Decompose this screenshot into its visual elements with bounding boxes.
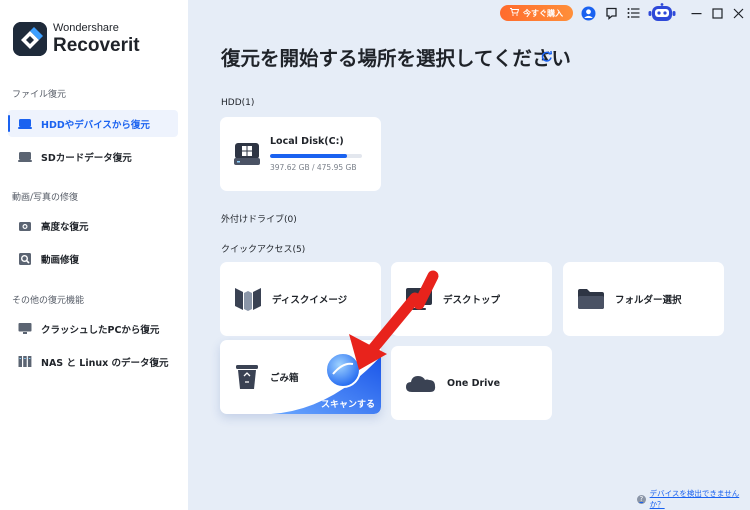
maximize-icon[interactable] <box>709 5 725 21</box>
monitor-icon <box>18 322 32 336</box>
disk-usage-bar <box>270 154 362 158</box>
menu-list-icon[interactable] <box>625 5 641 21</box>
app-name: Recoverit <box>53 35 140 56</box>
sidebar-item-sd-card[interactable]: SDカードデータ復元 <box>8 143 178 170</box>
sidebar-item-hdd[interactable]: HDDやデバイスから復元 <box>8 110 178 137</box>
device-not-found-link[interactable]: ? デバイスを検出できませんか？ <box>637 488 750 510</box>
minimize-icon[interactable] <box>688 5 704 21</box>
quick-item-label: ディスクイメージ <box>272 295 348 306</box>
refresh-icon[interactable] <box>540 48 553 62</box>
close-icon[interactable] <box>730 5 746 21</box>
sidebar-item-label: クラッシュしたPCから復元 <box>41 324 160 336</box>
annotation-arrow <box>349 270 439 370</box>
disk-image-icon <box>234 286 262 312</box>
sidebar-item-label: NAS と Linux のデータ復元 <box>41 357 169 369</box>
disk-usage-fill <box>270 154 347 158</box>
windows-disk-icon <box>234 141 260 167</box>
buy-now-button[interactable]: 今すぐ購入 <box>500 5 573 21</box>
app-logo: Wondershare Recoverit <box>13 22 140 56</box>
assistant-robot-icon[interactable] <box>648 3 676 23</box>
sidebar-item-label: 高度な復元 <box>41 221 89 233</box>
folder-icon <box>577 287 605 311</box>
hdd-icon <box>18 117 32 131</box>
camera-icon <box>18 219 32 233</box>
local-disk-card[interactable]: Local Disk(C:) 397.62 GB / 475.95 GB <box>220 117 381 191</box>
disk-name: Local Disk(C:) <box>270 136 344 147</box>
cart-icon <box>510 8 520 18</box>
hdd-group-label: HDD(1) <box>221 98 255 108</box>
brand-name: Wondershare <box>53 22 119 34</box>
section-title-repair: 動画/写真の修復 <box>12 193 79 203</box>
help-icon: ? <box>637 494 646 504</box>
disk-size: 397.62 GB / 475.95 GB <box>270 163 357 172</box>
quick-item-label: フォルダー選択 <box>615 295 682 306</box>
recoverit-logo-icon <box>13 22 47 56</box>
external-group-label: 外付けドライブ(0) <box>221 215 297 225</box>
page-title: 復元を開始する場所を選択してください <box>221 47 571 70</box>
scan-button-label: スキャンする <box>320 400 375 410</box>
nas-icon <box>18 355 32 369</box>
feedback-icon[interactable] <box>603 5 619 21</box>
help-link-label: デバイスを検出できませんか？ <box>649 489 740 509</box>
sidebar: Wondershare Recoverit ファイル復元 HDDやデバイスから復… <box>0 0 188 510</box>
sidebar-item-crashed-pc[interactable]: クラッシュしたPCから復元 <box>8 315 178 342</box>
sidebar-item-advanced[interactable]: 高度な復元 <box>8 212 178 239</box>
sidebar-item-label: SDカードデータ復元 <box>41 152 132 164</box>
sidebar-item-video-repair[interactable]: 動画修復 <box>8 245 178 272</box>
trash-icon <box>234 363 260 391</box>
buy-now-label: 今すぐ購入 <box>523 8 563 18</box>
section-title-other: その他の復元機能 <box>12 296 85 306</box>
quick-item-select-folder[interactable]: フォルダー選択 <box>563 262 724 336</box>
section-title-file-recovery: ファイル復元 <box>12 90 67 100</box>
sidebar-item-nas-linux[interactable]: NAS と Linux のデータ復元 <box>8 348 178 375</box>
sd-card-icon <box>18 150 32 164</box>
sidebar-item-label: HDDやデバイスから復元 <box>41 119 150 131</box>
sidebar-item-label: 動画修復 <box>41 254 80 266</box>
quick-access-group-label: クイックアクセス(5) <box>221 245 306 255</box>
video-repair-icon <box>18 252 32 266</box>
account-icon[interactable] <box>580 5 596 21</box>
